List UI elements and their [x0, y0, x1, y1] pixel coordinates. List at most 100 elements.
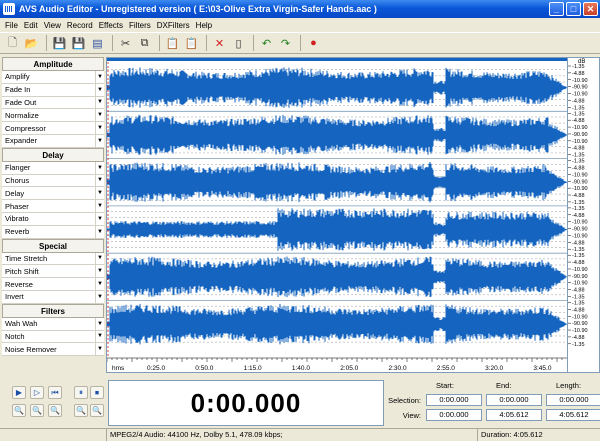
- play-selection-button[interactable]: ▷: [30, 386, 44, 399]
- db-label: -10.90: [572, 139, 588, 145]
- audio-channel-4[interactable]: [107, 208, 567, 254]
- column-header: Length:: [556, 381, 582, 390]
- trim-button[interactable]: ▯: [230, 35, 247, 52]
- zoom-selection-button[interactable]: 🔍: [48, 404, 62, 417]
- chevron-down-icon[interactable]: ▼: [95, 278, 104, 290]
- chevron-down-icon[interactable]: ▼: [95, 71, 104, 83]
- effect-vibrato[interactable]: Vibrato ▼: [2, 212, 104, 226]
- copy-icon: ⧉: [140, 36, 149, 49]
- zoom-out-v-button[interactable]: 🔍: [90, 404, 104, 417]
- go-to-end-button[interactable]: ⏮: [48, 386, 62, 399]
- delete-button[interactable]: ✕: [211, 35, 228, 52]
- menu-help[interactable]: Help: [193, 21, 215, 30]
- redo-button[interactable]: ↷: [277, 35, 294, 52]
- properties-button[interactable]: ▤: [89, 35, 106, 52]
- menu-view[interactable]: View: [41, 21, 64, 30]
- waveform-view[interactable]: hms 0:25.0 0:50.0 1:15.0 1:40.0 2:05.0 2:30.0 2…: [106, 57, 568, 373]
- effect-flanger[interactable]: Flanger ▼: [2, 161, 104, 175]
- effect-notch[interactable]: Notch ▼: [2, 330, 104, 344]
- effect-label: Reverb: [5, 227, 30, 237]
- audio-channel-6[interactable]: [107, 303, 567, 345]
- chevron-down-icon[interactable]: ▼: [95, 343, 104, 356]
- zoom-in-h-button[interactable]: 🔍: [12, 404, 26, 417]
- paste-button[interactable]: 📋: [164, 35, 181, 52]
- effect-noise-remover[interactable]: Noise Remover ▼: [2, 343, 104, 357]
- chevron-down-icon[interactable]: ▼: [95, 96, 104, 109]
- chevron-down-icon[interactable]: ▼: [95, 212, 104, 225]
- toolbar: 🗋 📂 💾 💾 ▤ ✂ ⧉ 📋 📋 ✕ ▯ ↶ ↷ ●: [0, 32, 600, 54]
- menu-effects[interactable]: Effects: [96, 21, 126, 30]
- effect-time-stretch[interactable]: Time Stretch ▼: [2, 252, 104, 266]
- time-field[interactable]: 4:05.612: [546, 409, 600, 421]
- db-label: -4.88: [572, 165, 585, 171]
- effect-reverb[interactable]: Reverb ▼: [2, 225, 104, 239]
- audio-channel-2[interactable]: [107, 114, 567, 159]
- chevron-down-icon[interactable]: ▼: [95, 134, 104, 147]
- minimize-button[interactable]: _: [549, 2, 564, 16]
- save-as-button[interactable]: 💾: [70, 35, 87, 52]
- status-format: MPEG2/4 Audio: 44100 Hz, Dolby 5.1, 478.…: [107, 429, 478, 441]
- effect-phaser[interactable]: Phaser ▼: [2, 200, 104, 213]
- time-field[interactable]: 0:00.000: [486, 394, 542, 406]
- chevron-down-icon[interactable]: ▼: [95, 290, 104, 303]
- chevron-down-icon[interactable]: ▼: [95, 252, 104, 265]
- effect-invert[interactable]: Invert ▼: [2, 290, 104, 304]
- chevron-down-icon[interactable]: ▼: [95, 330, 104, 343]
- effect-fade-out[interactable]: Fade Out ▼: [2, 96, 104, 110]
- menu-record[interactable]: Record: [64, 21, 96, 30]
- chevron-down-icon[interactable]: ▼: [95, 161, 104, 174]
- maximize-button[interactable]: □: [566, 2, 581, 16]
- record-button[interactable]: ●: [305, 35, 322, 52]
- cut-button[interactable]: ✂: [117, 35, 134, 52]
- effect-amplify[interactable]: Amplify ▼: [2, 71, 104, 84]
- effect-reverse[interactable]: Reverse ▼: [2, 278, 104, 291]
- menu-dxfilters[interactable]: DXFilters: [154, 21, 193, 30]
- waveform-trace: [107, 114, 567, 155]
- time-field[interactable]: 0:00.000: [426, 394, 482, 406]
- effect-expander[interactable]: Expander ▼: [2, 134, 104, 148]
- effect-wah-wah[interactable]: Wah Wah ▼: [2, 317, 104, 331]
- waveform-canvas[interactable]: hms 0:25.0 0:50.0 1:15.0 1:40.0 2:05.0 2:30.0 2…: [107, 58, 567, 372]
- paste-mix-button[interactable]: 📋: [183, 35, 200, 52]
- effect-fade-in[interactable]: Fade In ▼: [2, 83, 104, 97]
- menu-file[interactable]: File: [2, 21, 21, 30]
- chevron-down-icon[interactable]: ▼: [95, 225, 104, 238]
- stop-button[interactable]: ⏹: [90, 386, 104, 399]
- chevron-down-icon[interactable]: ▼: [95, 187, 104, 200]
- time-field[interactable]: 0:00.000: [426, 409, 482, 421]
- audio-channel-1[interactable]: [107, 67, 567, 112]
- db-label: -10.90: [572, 233, 588, 239]
- close-button[interactable]: ✕: [583, 2, 598, 16]
- new-button[interactable]: 🗋: [4, 35, 21, 52]
- chevron-down-icon[interactable]: ▼: [95, 265, 104, 278]
- menu-edit[interactable]: Edit: [21, 21, 41, 30]
- chevron-down-icon[interactable]: ▼: [95, 109, 104, 122]
- db-label: -10.90: [572, 328, 588, 334]
- chevron-down-icon[interactable]: ▼: [95, 83, 104, 96]
- effect-chorus[interactable]: Chorus ▼: [2, 174, 104, 188]
- effect-label: Noise Remover: [5, 344, 57, 354]
- menu-filters[interactable]: Filters: [126, 21, 154, 30]
- undo-button[interactable]: ↶: [258, 35, 275, 52]
- chevron-down-icon[interactable]: ▼: [95, 122, 104, 134]
- chevron-down-icon[interactable]: ▼: [95, 200, 104, 212]
- chevron-down-icon[interactable]: ▼: [95, 174, 104, 187]
- save-button[interactable]: 💾: [51, 35, 68, 52]
- pause-button[interactable]: ⏸: [74, 386, 88, 399]
- time-field[interactable]: 4:05.612: [486, 409, 542, 421]
- toolbar-separator: [159, 35, 160, 51]
- time-field[interactable]: 0:00.000: [546, 394, 600, 406]
- effect-delay[interactable]: Delay ▼: [2, 187, 104, 201]
- chevron-down-icon[interactable]: ▼: [95, 317, 104, 330]
- open-button[interactable]: 📂: [23, 35, 40, 52]
- effect-normalize[interactable]: Normalize ▼: [2, 109, 104, 123]
- effect-compressor[interactable]: Compressor ▼: [2, 122, 104, 135]
- audio-channel-3[interactable]: [107, 162, 567, 207]
- play-button[interactable]: ▶: [12, 386, 26, 399]
- zoom-in-v-button[interactable]: 🔍: [74, 404, 88, 417]
- audio-channel-5[interactable]: [107, 256, 567, 301]
- zoom-out-h-button[interactable]: 🔍: [30, 404, 44, 417]
- effect-pitch-shift[interactable]: Pitch Shift ▼: [2, 265, 104, 279]
- db-label: -1.35: [572, 111, 585, 117]
- copy-button[interactable]: ⧉: [136, 35, 153, 52]
